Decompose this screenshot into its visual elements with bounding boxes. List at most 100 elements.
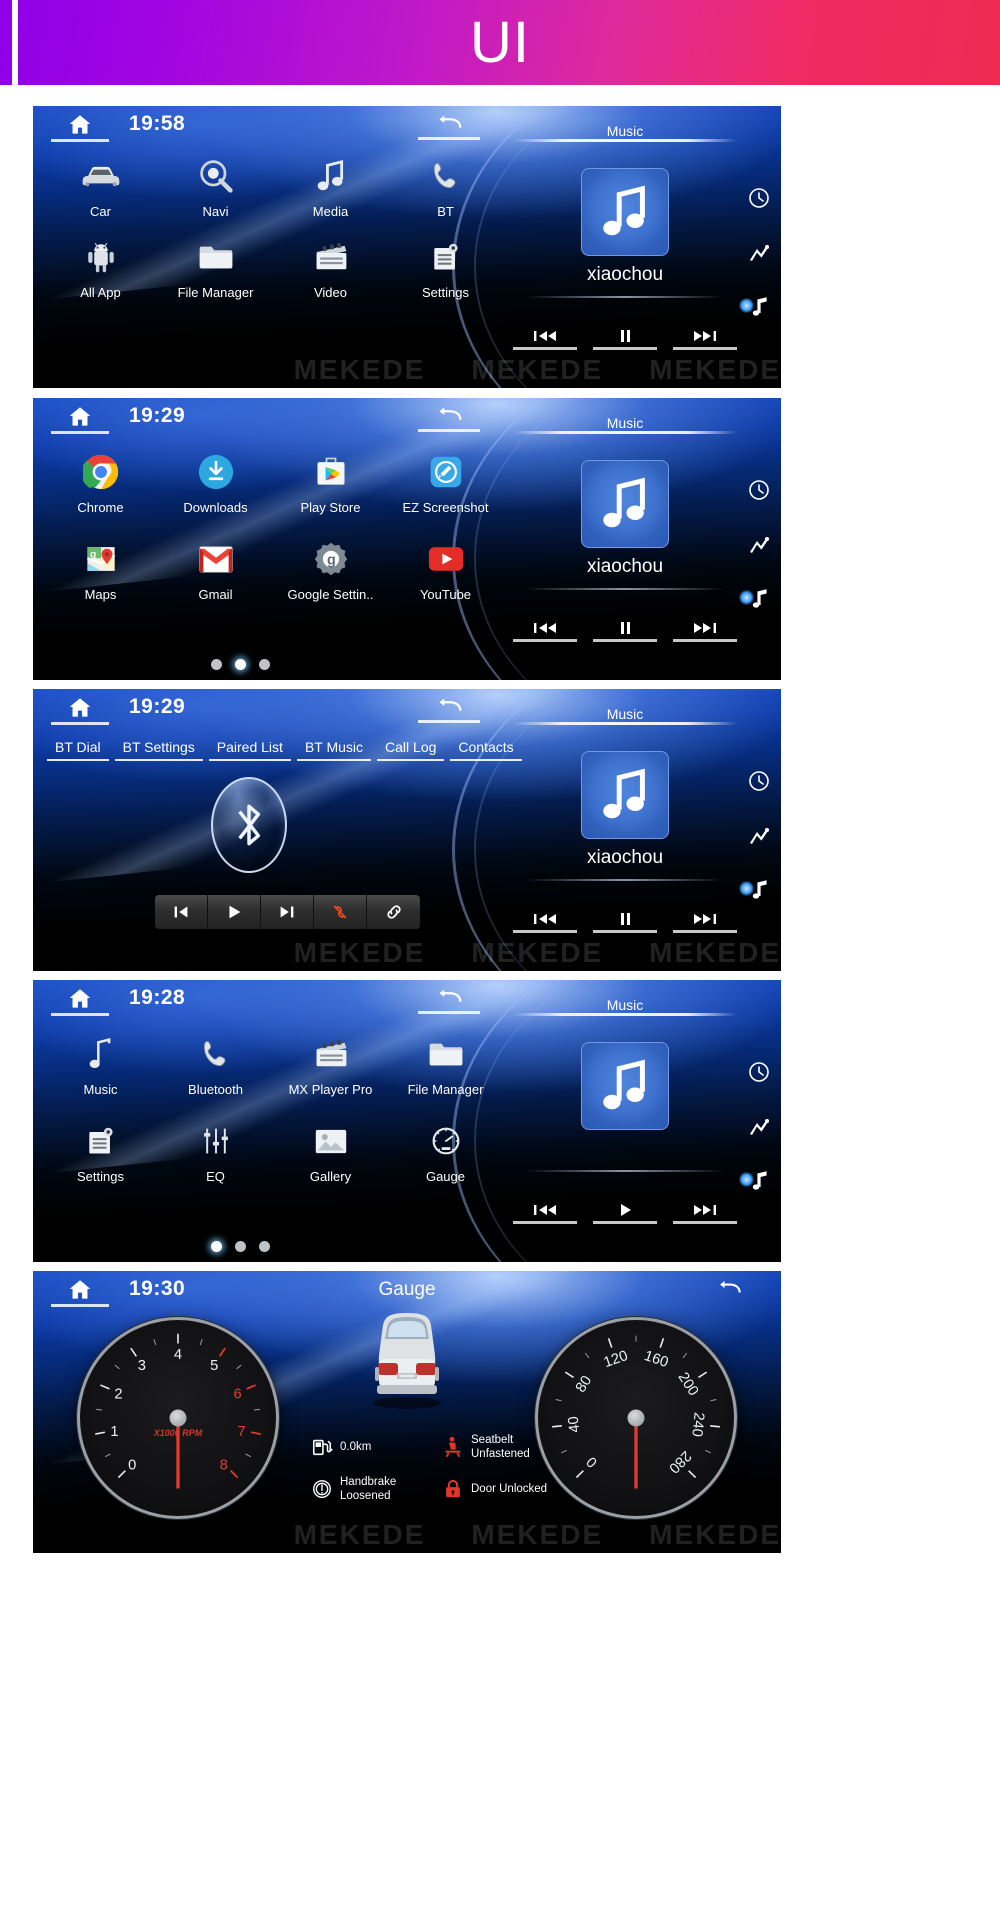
home-button[interactable] xyxy=(51,986,109,1016)
side-rail xyxy=(737,980,781,1262)
track-title: xiaochou xyxy=(586,556,664,577)
shuffle-rail-icon[interactable] xyxy=(745,1112,773,1140)
clock-rail-icon[interactable] xyxy=(745,1058,773,1086)
bt-next-button[interactable] xyxy=(261,895,314,929)
app-chrome[interactable]: Chrome xyxy=(43,450,158,515)
clock-rail-icon[interactable] xyxy=(745,476,773,504)
clock-rail-icon[interactable] xyxy=(745,767,773,795)
next-track-button[interactable] xyxy=(673,1198,737,1224)
app-settings[interactable]: Settings xyxy=(43,1119,158,1184)
previous-track-button[interactable] xyxy=(513,616,577,642)
screen-gauge: 19:30 Gauge 0 1 2 3 4 5 6 7 8 X1000 RPM … xyxy=(33,1271,781,1553)
app-gallery[interactable]: Gallery xyxy=(273,1119,388,1184)
album-art[interactable] xyxy=(581,460,669,548)
svg-text:160: 160 xyxy=(642,1348,670,1371)
music-rail-icon[interactable] xyxy=(739,292,773,320)
app-grid: Music Bluetooth MX Player Pro File Manag… xyxy=(43,1032,503,1184)
album-art[interactable] xyxy=(581,168,669,256)
gauge-icon xyxy=(431,1119,461,1163)
car-icon xyxy=(79,154,123,198)
app-play-store[interactable]: Play Store xyxy=(273,450,388,515)
play-button[interactable] xyxy=(593,1198,657,1224)
app-file-manager[interactable]: File Manager xyxy=(158,235,273,300)
clock-rail-icon[interactable] xyxy=(745,184,773,212)
app-label: Music xyxy=(83,1082,118,1097)
tab-call-log[interactable]: Call Log xyxy=(377,739,445,761)
next-track-icon xyxy=(280,906,294,918)
album-art[interactable] xyxy=(581,1042,669,1130)
app-car[interactable]: Car xyxy=(43,154,158,219)
tab-paired-list[interactable]: Paired List xyxy=(208,739,291,761)
app-mx-player-pro[interactable]: MX Player Pro xyxy=(273,1032,388,1097)
pause-button[interactable] xyxy=(593,907,657,933)
google-settings-icon: g xyxy=(313,537,349,581)
album-art[interactable] xyxy=(581,751,669,839)
page-dot-active[interactable] xyxy=(235,659,246,670)
next-track-button[interactable] xyxy=(673,324,737,350)
page-dot[interactable] xyxy=(211,659,222,670)
bt-play-button[interactable] xyxy=(208,895,261,929)
page-dot[interactable] xyxy=(259,659,270,670)
media-controls xyxy=(513,1198,737,1224)
track-title: xiaochou xyxy=(586,264,664,285)
back-button[interactable] xyxy=(418,402,480,432)
next-track-button[interactable] xyxy=(673,616,737,642)
page-dot[interactable] xyxy=(259,1241,270,1252)
music-rail-icon[interactable] xyxy=(739,875,773,903)
page-dot[interactable] xyxy=(235,1241,246,1252)
svg-text:1: 1 xyxy=(110,1424,118,1440)
tab-bt-music[interactable]: BT Music xyxy=(296,739,372,761)
tachometer-hub xyxy=(169,1409,187,1427)
home-button[interactable] xyxy=(51,112,109,142)
track-divider xyxy=(526,879,724,881)
music-rail-icon[interactable] xyxy=(739,584,773,612)
app-google-settings[interactable]: g Google Settin.. xyxy=(273,537,388,602)
app-music[interactable]: Music xyxy=(43,1032,158,1097)
back-button[interactable] xyxy=(418,110,480,140)
previous-track-button[interactable] xyxy=(513,907,577,933)
back-button[interactable] xyxy=(418,693,480,723)
app-navi[interactable]: Navi xyxy=(158,154,273,219)
pause-button[interactable] xyxy=(593,616,657,642)
shuffle-rail-icon[interactable] xyxy=(745,821,773,849)
back-button[interactable] xyxy=(418,984,480,1014)
app-all-app[interactable]: All App xyxy=(43,235,158,300)
page-dot-active[interactable] xyxy=(211,1241,222,1252)
previous-track-button[interactable] xyxy=(513,1198,577,1224)
previous-track-button[interactable] xyxy=(513,324,577,350)
app-downloads[interactable]: Downloads xyxy=(158,450,273,515)
pause-button[interactable] xyxy=(593,324,657,350)
app-video[interactable]: Video xyxy=(273,235,388,300)
app-media[interactable]: Media xyxy=(273,154,388,219)
music-rail-icon[interactable] xyxy=(739,1166,773,1194)
next-track-button[interactable] xyxy=(673,907,737,933)
screen-home: 19:58 Car Navi Media BT All App File Man… xyxy=(33,106,781,388)
home-button[interactable] xyxy=(51,695,109,725)
music-widget-title: Music xyxy=(513,123,737,142)
home-button[interactable] xyxy=(51,404,109,434)
svg-text:0: 0 xyxy=(584,1453,601,1470)
app-bt[interactable]: BT xyxy=(388,154,503,219)
home-icon xyxy=(69,698,91,717)
bt-connect-button[interactable] xyxy=(367,895,420,929)
media-controls xyxy=(513,616,737,642)
shuffle-rail-icon[interactable] xyxy=(745,238,773,266)
app-eq[interactable]: EQ xyxy=(158,1119,273,1184)
app-file-manager[interactable]: File Manager xyxy=(388,1032,503,1097)
app-bluetooth[interactable]: Bluetooth xyxy=(158,1032,273,1097)
tab-bt-settings[interactable]: BT Settings xyxy=(114,739,203,761)
shuffle-rail-icon[interactable] xyxy=(745,530,773,558)
app-youtube[interactable]: YouTube xyxy=(388,537,503,602)
app-label: Gmail xyxy=(198,587,233,602)
tab-bt-dial[interactable]: BT Dial xyxy=(47,739,109,761)
app-gauge[interactable]: Gauge xyxy=(388,1119,503,1184)
back-button[interactable] xyxy=(705,1275,753,1303)
home-icon xyxy=(69,115,91,134)
app-settings[interactable]: Settings xyxy=(388,235,503,300)
bt-previous-button[interactable] xyxy=(155,895,208,929)
bt-disconnect-button[interactable] xyxy=(314,895,367,929)
app-gmail[interactable]: Gmail xyxy=(158,537,273,602)
app-maps[interactable]: g Maps xyxy=(43,537,158,602)
tab-contacts[interactable]: Contacts xyxy=(450,739,522,761)
app-ez-screenshot[interactable]: EZ Screenshot xyxy=(388,450,503,515)
